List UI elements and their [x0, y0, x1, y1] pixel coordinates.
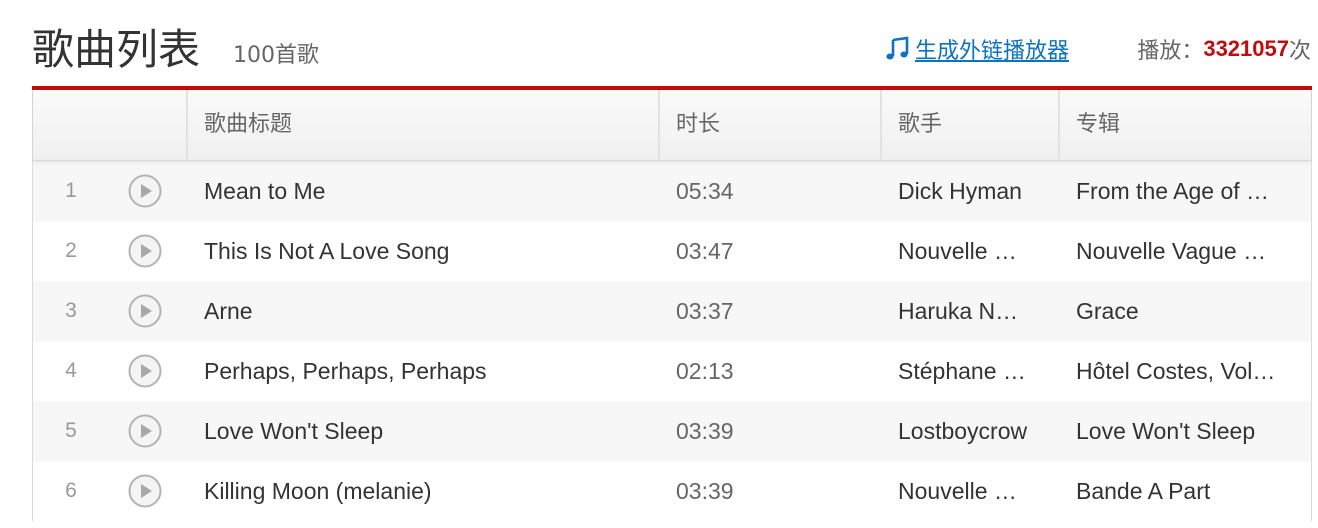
song-album: From the Age of …: [1058, 178, 1311, 205]
song-duration: 03:37: [676, 297, 734, 324]
play-suffix: 次: [1288, 39, 1311, 64]
page-header: 歌曲列表 100首歌 生成外链播放器 播放： 3321057 次: [0, 0, 1318, 86]
album-link[interactable]: Bande A Part: [1076, 478, 1210, 504]
song-artist: Lostboycrow: [880, 418, 1058, 445]
row-index: 2: [65, 239, 77, 262]
play-cell: [109, 474, 186, 508]
album-link[interactable]: From the Age of …: [1076, 178, 1269, 204]
table-row: 1 Mean to Me 05:34 Dick Hyman From the A…: [33, 161, 1311, 221]
artist-link[interactable]: Lostboycrow: [898, 418, 1027, 444]
song-duration: 03:39: [676, 477, 734, 504]
table-body: 1 Mean to Me 05:34 Dick Hyman From the A…: [33, 161, 1311, 521]
album-link[interactable]: Grace: [1076, 298, 1139, 324]
table-row: 6 Killing Moon (melanie) 03:39 Nouvelle …: [33, 461, 1311, 521]
ext-player-button[interactable]: 生成外链播放器: [884, 32, 1069, 66]
song-album: Nouvelle Vague …: [1058, 238, 1311, 265]
play-cell: [109, 294, 186, 328]
song-title-link[interactable]: Perhaps, Perhaps, Perhaps: [204, 358, 487, 384]
song-title: Love Won't Sleep: [186, 418, 658, 445]
song-title-link[interactable]: Mean to Me: [204, 178, 325, 204]
song-duration: 02:13: [676, 357, 734, 384]
song-title: Killing Moon (melanie): [186, 478, 658, 505]
artist-link[interactable]: Haruka N…: [898, 298, 1018, 324]
song-title-link[interactable]: Love Won't Sleep: [204, 418, 383, 444]
album-link[interactable]: Love Won't Sleep: [1076, 418, 1255, 444]
play-cell: [109, 174, 186, 208]
song-title: This Is Not A Love Song: [186, 238, 658, 265]
song-artist: Haruka N…: [880, 298, 1058, 325]
play-circle-icon[interactable]: [128, 414, 162, 448]
song-count: 100首歌: [233, 43, 319, 68]
row-index: 5: [65, 419, 77, 442]
table-row: 5 Love Won't Sleep 03:39 Lostboycrow Lov…: [33, 401, 1311, 461]
row-index: 3: [65, 299, 77, 322]
song-artist: Nouvelle …: [880, 238, 1058, 265]
song-title-link[interactable]: Arne: [204, 298, 253, 324]
header-duration: 时长: [658, 90, 880, 160]
song-album: Grace: [1058, 298, 1311, 325]
header-index: [33, 90, 186, 160]
music-note-icon: [886, 36, 909, 60]
song-artist: Nouvelle …: [880, 478, 1058, 505]
play-circle-icon[interactable]: [128, 354, 162, 388]
table-row: 3 Arne 03:37 Haruka N… Grace: [33, 281, 1311, 341]
play-circle-icon[interactable]: [128, 234, 162, 268]
ext-player-link[interactable]: 生成外链播放器: [915, 33, 1069, 65]
artist-link[interactable]: Nouvelle …: [898, 238, 1017, 264]
song-duration: 05:34: [676, 177, 734, 204]
row-index: 4: [65, 359, 77, 382]
play-cell: [109, 354, 186, 388]
song-table: 歌曲标题 时长 歌手 专辑 1 Mean to Me 05:34 Dick Hy…: [32, 90, 1312, 521]
song-title: Mean to Me: [186, 178, 658, 205]
table-row: 4 Perhaps, Perhaps, Perhaps 02:13 Stépha…: [33, 341, 1311, 401]
album-link[interactable]: Hôtel Costes, Vol…: [1076, 358, 1275, 384]
play-cell: [109, 234, 186, 268]
row-index: 6: [65, 479, 77, 502]
play-stat: 播放： 3321057 次: [1137, 32, 1311, 66]
song-artist: Stéphane …: [880, 358, 1058, 385]
song-title: Perhaps, Perhaps, Perhaps: [186, 358, 658, 385]
play-circle-icon[interactable]: [128, 474, 162, 508]
song-album: Love Won't Sleep: [1058, 418, 1311, 445]
song-album: Bande A Part: [1058, 478, 1311, 505]
artist-link[interactable]: Dick Hyman: [898, 178, 1022, 204]
table-header: 歌曲标题 时长 歌手 专辑: [33, 90, 1311, 161]
song-album: Hôtel Costes, Vol…: [1058, 358, 1311, 385]
play-circle-icon[interactable]: [128, 174, 162, 208]
song-title-link[interactable]: Killing Moon (melanie): [204, 478, 432, 504]
song-duration: 03:39: [676, 417, 734, 444]
song-artist: Dick Hyman: [880, 178, 1058, 205]
header-album: 专辑: [1058, 90, 1311, 160]
song-duration: 03:47: [676, 237, 734, 264]
play-cell: [109, 414, 186, 448]
song-title-link[interactable]: This Is Not A Love Song: [204, 238, 449, 264]
play-count: 3321057: [1203, 36, 1289, 61]
play-circle-icon[interactable]: [128, 294, 162, 328]
table-row: 2 This Is Not A Love Song 03:47 Nouvelle…: [33, 221, 1311, 281]
row-index: 1: [65, 179, 77, 202]
artist-link[interactable]: Nouvelle …: [898, 478, 1017, 504]
header-artist: 歌手: [880, 90, 1058, 160]
song-title: Arne: [186, 298, 658, 325]
header-title: 歌曲标题: [186, 90, 658, 160]
artist-link[interactable]: Stéphane …: [898, 358, 1026, 384]
page-title: 歌曲列表: [32, 25, 201, 74]
album-link[interactable]: Nouvelle Vague …: [1076, 238, 1266, 264]
play-label: 播放：: [1137, 39, 1204, 64]
